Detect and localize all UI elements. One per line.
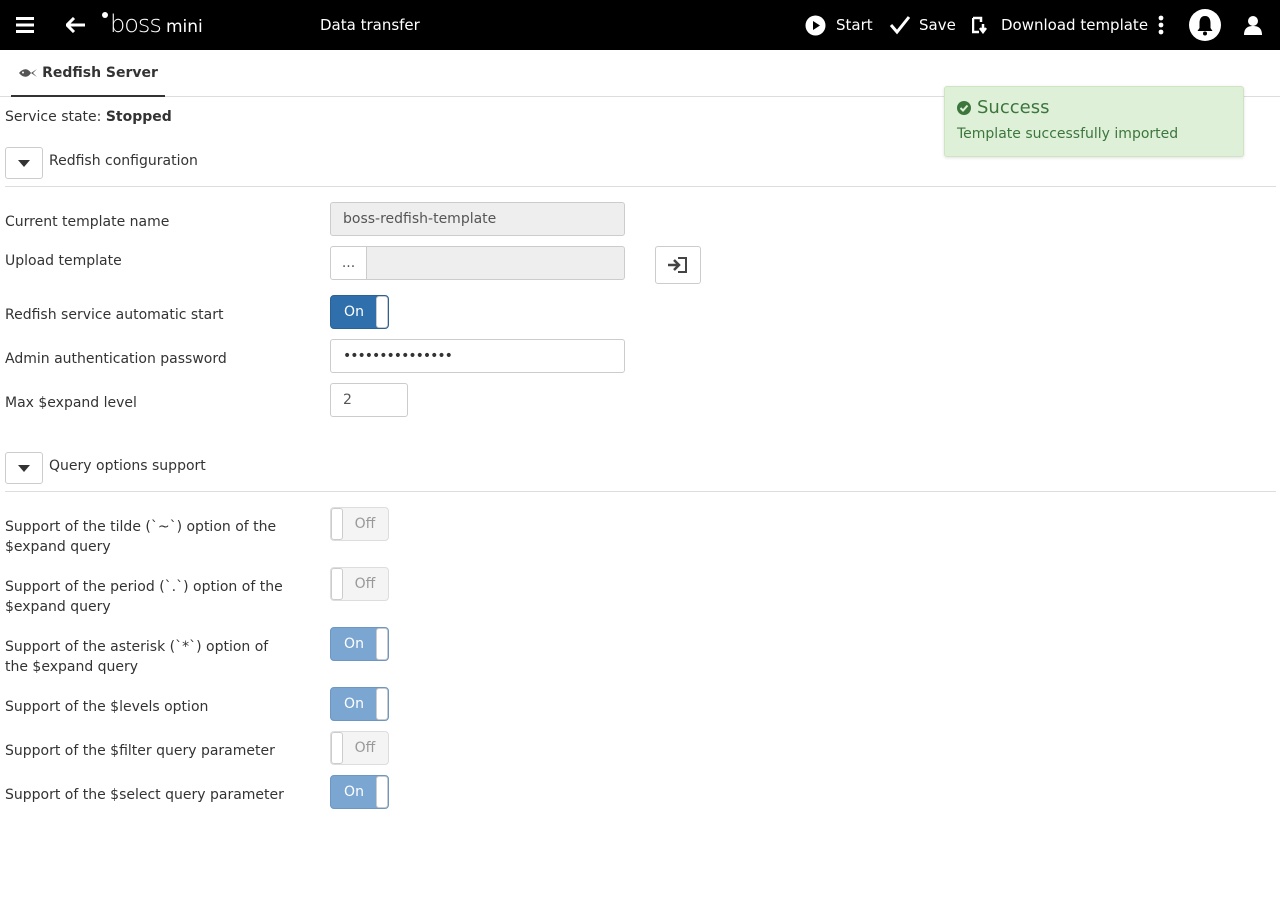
tab-redfish-server[interactable]: Redfish Server — [11, 50, 165, 97]
max-expand-level-field[interactable]: 2 — [330, 383, 408, 417]
service-state-value: Stopped — [105, 109, 172, 125]
max-expand-level-label: Max $expand level — [5, 395, 137, 411]
caret-down-icon — [18, 159, 30, 167]
section-title-redfish-configuration: Redfish configuration — [49, 153, 198, 169]
upload-browse-button[interactable]: ... — [330, 246, 367, 280]
levels-option-toggle[interactable]: On — [330, 687, 389, 721]
download-file-icon — [972, 16, 987, 34]
query-options-collapse-button[interactable] — [5, 452, 43, 484]
query-option-label: Support of the asterisk (`*`) option of … — [5, 639, 269, 675]
divider — [5, 491, 1276, 492]
sign-in-icon — [668, 257, 687, 273]
start-button[interactable]: Start — [805, 0, 873, 50]
top-bar: boss mini Data transfer Start Save Downl… — [0, 0, 1280, 50]
query-option-label: Support of the $levels option — [5, 699, 209, 715]
section-title-query-options: Query options support — [49, 458, 206, 474]
success-toast[interactable]: Success Template successfully imported — [944, 86, 1244, 157]
toast-message: Template successfully imported — [957, 126, 1179, 142]
redfish-configuration-collapse-button[interactable] — [5, 147, 43, 179]
admin-password-label: Admin authentication password — [5, 351, 227, 367]
service-state-label: Service state: — [5, 109, 102, 125]
auto-start-label: Redfish service automatic start — [5, 307, 224, 323]
current-template-name-label: Current template name — [5, 214, 170, 230]
filter-parameter-toggle[interactable]: Off — [330, 731, 389, 765]
more-options-icon[interactable] — [1158, 0, 1164, 50]
toast-title: Success — [977, 97, 1050, 118]
menu-icon[interactable] — [16, 0, 34, 50]
admin-password-field[interactable]: ••••••••••••••• — [330, 339, 625, 373]
service-state: Service state: Stopped — [5, 107, 172, 127]
boss-mini-logo: boss mini — [102, 10, 203, 40]
divider — [5, 186, 1276, 187]
select-parameter-toggle[interactable]: On — [330, 775, 389, 809]
back-arrow-icon[interactable] — [66, 0, 86, 50]
save-button[interactable]: Save — [889, 0, 956, 50]
asterisk-expand-toggle[interactable]: On — [330, 627, 389, 661]
user-profile-icon[interactable] — [1243, 0, 1263, 50]
play-icon — [805, 15, 826, 35]
redfish-icon — [19, 68, 38, 77]
query-option-label: Support of the period (`.`) option of th… — [5, 579, 283, 615]
query-option-label: Support of the tilde (`~`) option of the… — [5, 519, 277, 555]
upload-file-path-field[interactable] — [366, 246, 625, 280]
caret-down-icon — [18, 464, 30, 472]
current-template-name-field: boss-redfish-template — [330, 202, 625, 236]
check-circle-icon — [957, 101, 971, 115]
checkmark-icon — [889, 16, 911, 35]
notifications-bell-icon[interactable] — [1188, 0, 1222, 50]
import-template-button[interactable] — [655, 246, 701, 284]
upload-template-label: Upload template — [5, 253, 122, 269]
period-expand-toggle[interactable]: Off — [330, 567, 389, 601]
query-option-label: Support of the $select query parameter — [5, 787, 284, 803]
page-title: Data transfer — [320, 16, 420, 34]
download-template-button[interactable]: Download template — [972, 0, 1148, 50]
query-option-label: Support of the $filter query parameter — [5, 743, 275, 759]
tilde-expand-toggle[interactable]: Off — [330, 507, 389, 541]
auto-start-toggle[interactable]: On — [330, 295, 389, 329]
